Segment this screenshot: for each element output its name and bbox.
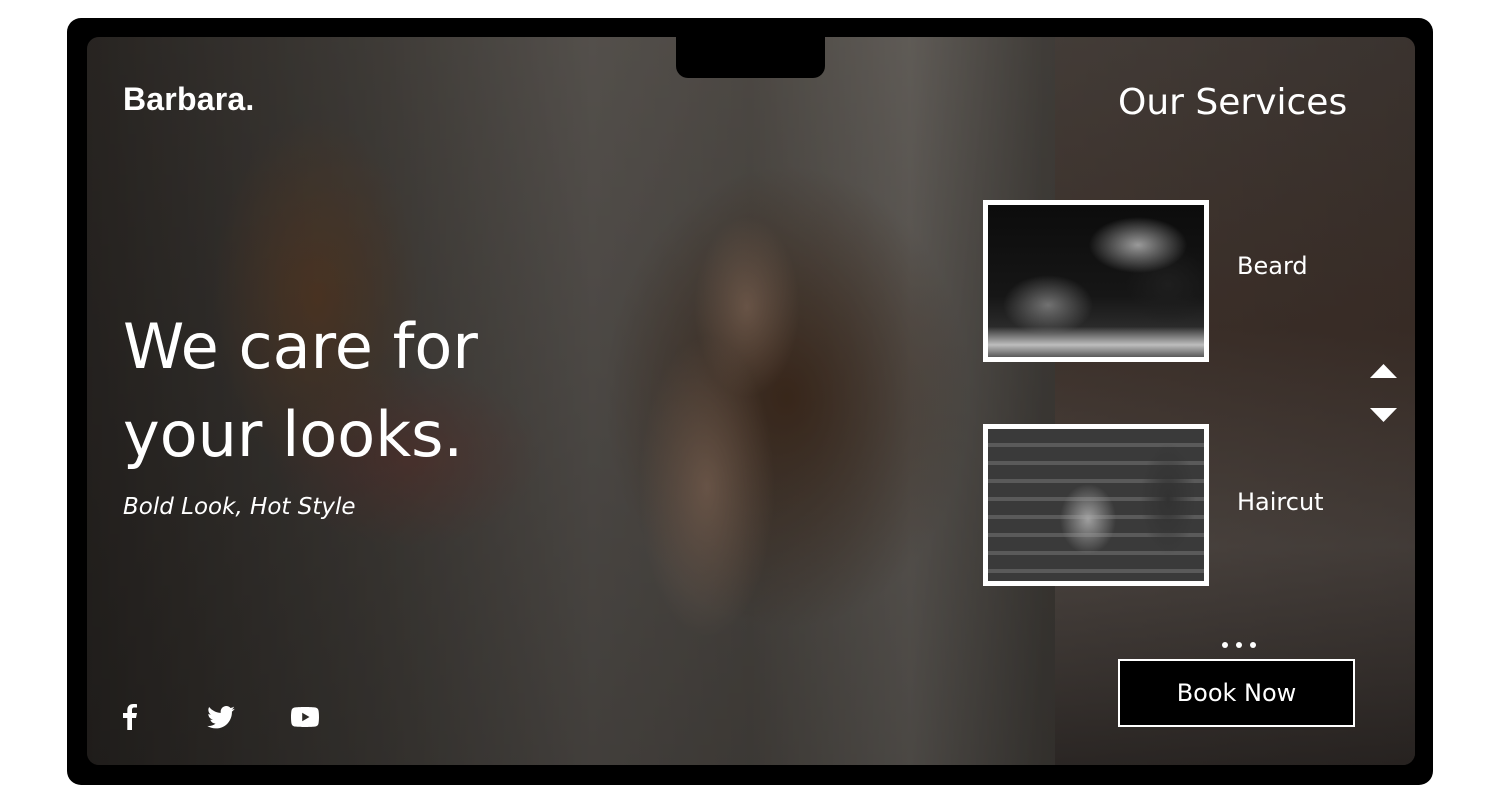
services-title: Our Services <box>1118 82 1348 123</box>
twitter-icon[interactable] <box>207 701 291 733</box>
camera-notch <box>676 36 825 78</box>
pagination-dot[interactable] <box>1236 642 1242 648</box>
service-card-haircut[interactable] <box>983 424 1209 586</box>
service-label-haircut[interactable]: Haircut <box>1237 488 1324 516</box>
book-now-button[interactable]: Book Now <box>1118 659 1355 727</box>
beard-trim-photo <box>988 205 1204 357</box>
service-card-beard[interactable] <box>983 200 1209 362</box>
service-label-beard[interactable]: Beard <box>1237 252 1308 280</box>
headline-line-2: your looks. <box>123 398 464 471</box>
pagination-dot[interactable] <box>1250 642 1256 648</box>
services-panel <box>1055 37 1415 765</box>
hero-headline: We care for your looks. <box>123 303 603 479</box>
brand-logo[interactable]: Barbara. <box>123 81 254 118</box>
scroll-up-arrow-icon[interactable] <box>1370 364 1397 378</box>
child-haircut-photo <box>988 429 1204 581</box>
pagination-dot[interactable] <box>1222 642 1228 648</box>
youtube-icon[interactable] <box>291 701 375 733</box>
scroll-down-arrow-icon[interactable] <box>1370 408 1397 422</box>
hero-tagline: Bold Look, Hot Style <box>123 494 356 520</box>
facebook-icon[interactable] <box>123 701 207 733</box>
hero-screen: Barbara. We care for your looks. Bold Lo… <box>87 37 1415 765</box>
headline-line-1: We care for <box>123 310 478 383</box>
social-links <box>123 701 375 733</box>
device-frame: Barbara. We care for your looks. Bold Lo… <box>67 18 1433 785</box>
pagination-dots[interactable] <box>1222 642 1256 648</box>
